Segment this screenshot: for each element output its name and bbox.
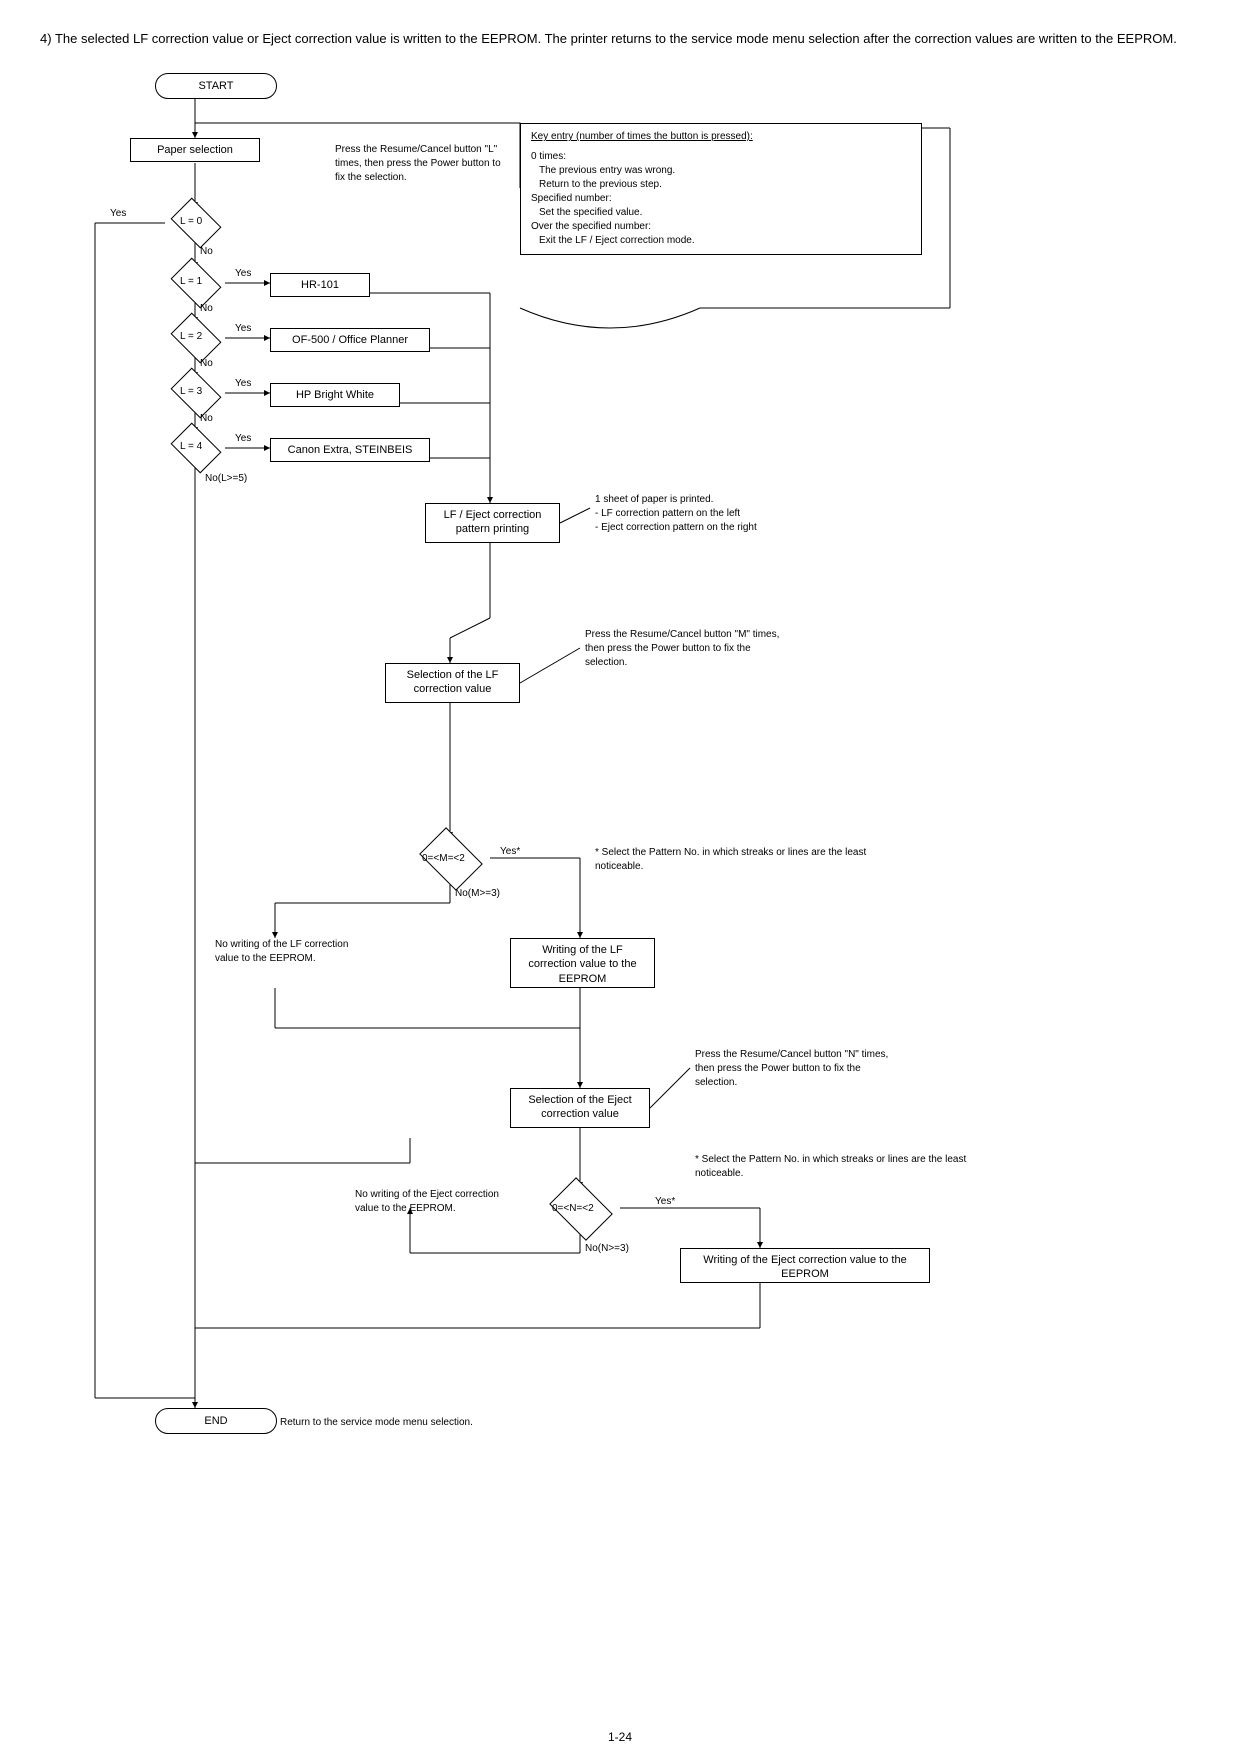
m-yes: Yes* xyxy=(500,846,520,857)
instruction-text: 4) The selected LF correction value or E… xyxy=(40,30,1200,48)
key-0-times: 0 times: xyxy=(531,150,911,164)
canon-extra-box: Canon Extra, STEINBEIS xyxy=(270,438,430,462)
no-write-lf-note: No writing of the LF correction value to… xyxy=(215,938,365,966)
key-over: Over the specified number: xyxy=(531,220,911,234)
page-number: 1-24 xyxy=(608,1730,632,1744)
start-terminator: START xyxy=(155,73,277,99)
key-over-line: Exit the LF / Eject correction mode. xyxy=(531,234,911,248)
key-specified: Specified number: xyxy=(531,192,911,206)
l4-no: No(L>=5) xyxy=(205,473,247,484)
select-pattern-note2: * Select the Pattern No. in which streak… xyxy=(695,1153,975,1181)
l3-no: No xyxy=(200,413,213,424)
l3-yes: Yes xyxy=(235,378,251,389)
key-entry-title: Key entry (number of times the button is… xyxy=(531,130,911,144)
l1-no: No xyxy=(200,303,213,314)
l2-yes: Yes xyxy=(235,323,251,334)
select-eject-box: Selection of the Eject correction value xyxy=(510,1088,650,1128)
l0-yes: Yes xyxy=(110,208,126,219)
key-specified-line: Set the specified value. xyxy=(531,206,911,220)
l0-no: No xyxy=(200,246,213,257)
paper-selection-label: Paper selection xyxy=(157,144,233,156)
m-cond-label: 0=<M=<2 xyxy=(422,853,465,864)
n-yes: Yes* xyxy=(655,1196,675,1207)
l1-yes: Yes xyxy=(235,268,251,279)
press-l-note: Press the Resume/Cancel button "L" times… xyxy=(335,143,505,185)
instruction-number: 4) xyxy=(40,31,52,46)
press-m-note: Press the Resume/Cancel button "M" times… xyxy=(585,628,785,670)
l4-label: L = 4 xyxy=(180,441,202,452)
end-label: END xyxy=(204,1415,227,1427)
key-0-line1: The previous entry was wrong. xyxy=(531,164,911,178)
of500-box: OF-500 / Office Planner xyxy=(270,328,430,352)
select-pattern-note: * Select the Pattern No. in which streak… xyxy=(595,846,875,874)
no-write-eject-note: No writing of the Eject correction value… xyxy=(355,1188,515,1216)
start-label: START xyxy=(198,80,233,92)
key-entry-box: Key entry (number of times the button is… xyxy=(520,123,922,255)
n-no: No(N>=3) xyxy=(585,1243,629,1254)
l4-yes: Yes xyxy=(235,433,251,444)
write-lf-box: Writing of the LF correction value to th… xyxy=(510,938,655,988)
one-sheet-note: 1 sheet of paper is printed. - LF correc… xyxy=(595,493,855,535)
press-n-note: Press the Resume/Cancel button "N" times… xyxy=(695,1048,895,1090)
lf-eject-print-box: LF / Eject correction pattern printing xyxy=(425,503,560,543)
end-terminator: END xyxy=(155,1408,277,1434)
n-cond-label: 0=<N=<2 xyxy=(552,1203,594,1214)
hr101-box: HR-101 xyxy=(270,273,370,297)
select-lf-box: Selection of the LF correction value xyxy=(385,663,520,703)
m-no: No(M>=3) xyxy=(455,888,500,899)
l0-label: L = 0 xyxy=(180,216,202,227)
flowchart-diagram: START Paper selection Press the Resume/C… xyxy=(80,68,1130,1468)
l1-label: L = 1 xyxy=(180,276,202,287)
l2-no: No xyxy=(200,358,213,369)
l2-label: L = 2 xyxy=(180,331,202,342)
l3-label: L = 3 xyxy=(180,386,202,397)
key-0-line2: Return to the previous step. xyxy=(531,178,911,192)
paper-selection-box: Paper selection xyxy=(130,138,260,162)
instruction-body: The selected LF correction value or Ejec… xyxy=(55,31,1177,46)
return-note: Return to the service mode menu selectio… xyxy=(280,1416,580,1430)
write-eject-box: Writing of the Eject correction value to… xyxy=(680,1248,930,1283)
hp-bright-box: HP Bright White xyxy=(270,383,400,407)
